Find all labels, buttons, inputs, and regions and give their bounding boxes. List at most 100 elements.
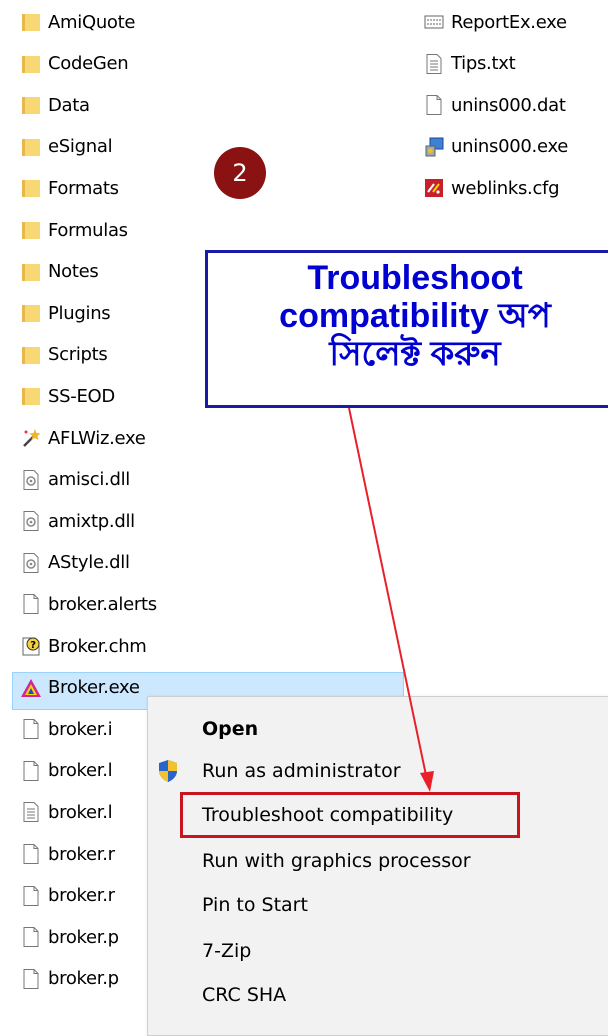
file-item[interactable]: broker.l [20, 754, 113, 788]
blank-file-icon [20, 843, 42, 865]
file-item[interactable]: weblinks.cfg [423, 171, 560, 205]
file-name: broker.alerts [48, 593, 157, 615]
file-name: broker.r [48, 843, 115, 865]
config-file-icon [423, 177, 445, 199]
file-name: Notes [48, 261, 99, 283]
file-item[interactable]: Plugins [20, 296, 111, 330]
file-item[interactable]: Broker.exe [20, 671, 140, 705]
file-item[interactable]: amixtp.dll [20, 504, 135, 538]
file-item[interactable]: broker.r [20, 837, 115, 871]
file-item[interactable]: Notes [20, 255, 99, 289]
callout-line-3: সিলেক্ট করুন [329, 335, 501, 373]
folder-icon [20, 261, 42, 283]
text-file-icon [423, 53, 445, 75]
file-item[interactable]: Formulas [20, 213, 128, 247]
wizard-wand-icon [20, 427, 42, 449]
folder-icon [20, 177, 42, 199]
file-name: Data [48, 94, 90, 116]
instruction-callout: Troubleshoot compatibility অপ সিলেক্ট কর… [205, 250, 608, 408]
menu-item-7-zip-label: 7-Zip [202, 940, 252, 962]
menu-item-crc-sha[interactable]: CRC SHA [148, 975, 608, 1015]
blank-file-icon [20, 760, 42, 782]
file-name: amixtp.dll [48, 510, 135, 532]
folder-icon [20, 136, 42, 158]
file-name: broker.r [48, 885, 115, 907]
file-name: Broker.exe [48, 677, 140, 699]
blank-file-icon [20, 593, 42, 615]
file-item[interactable]: broker.p [20, 920, 119, 954]
file-name: Tips.txt [451, 53, 516, 75]
file-item[interactable]: unins000.dat [423, 88, 566, 122]
folder-icon [20, 53, 42, 75]
menu-item-open[interactable]: Open [148, 709, 608, 749]
blank-file-icon [20, 718, 42, 740]
menu-item-run-with-graphics-processor[interactable]: Run with graphics processor [148, 841, 608, 881]
file-name: AStyle.dll [48, 552, 130, 574]
blank-file-icon [20, 926, 42, 948]
dll-file-icon [20, 469, 42, 491]
file-item[interactable]: broker.l [20, 795, 113, 829]
file-name: broker.l [48, 801, 113, 823]
file-item[interactable]: Data [20, 88, 90, 122]
menu-item-pin-to-start[interactable]: Pin to Start [148, 885, 608, 925]
installer-icon [423, 136, 445, 158]
file-name: AmiQuote [48, 11, 136, 33]
dll-file-icon [20, 552, 42, 574]
file-name: broker.p [48, 926, 119, 948]
help-file-icon: ? [20, 635, 42, 657]
file-name: Formulas [48, 219, 128, 241]
file-item[interactable]: Scripts [20, 338, 108, 372]
dll-file-icon [20, 510, 42, 532]
menu-item-pin-to-start-label: Pin to Start [202, 894, 308, 916]
file-item[interactable]: eSignal [20, 130, 113, 164]
file-item[interactable]: broker.p [20, 962, 119, 996]
menu-item-open-label: Open [202, 718, 259, 740]
file-item[interactable]: ReportEx.exe [423, 5, 567, 39]
callout-line-2: compatibility অপ [279, 297, 551, 335]
menu-item-run-as-administrator[interactable]: Run as administrator [148, 751, 608, 791]
file-name: Broker.chm [48, 635, 147, 657]
file-name: eSignal [48, 136, 113, 158]
uac-shield-icon [156, 759, 180, 783]
highlight-box [180, 792, 520, 838]
file-name: Formats [48, 177, 119, 199]
callout-line-1: Troubleshoot [307, 259, 523, 297]
svg-text:?: ? [30, 640, 36, 651]
file-name: Scripts [48, 344, 108, 366]
file-name: broker.i [48, 718, 113, 740]
file-item[interactable]: broker.alerts [20, 587, 157, 621]
file-item[interactable]: AmiQuote [20, 5, 135, 39]
menu-item-run-gpu-label: Run with graphics processor [202, 850, 471, 872]
file-item[interactable]: CodeGen [20, 47, 129, 81]
text-file-icon [20, 801, 42, 823]
file-name: unins000.exe [451, 136, 569, 158]
file-name: ReportEx.exe [451, 11, 567, 33]
file-name: unins000.dat [451, 94, 566, 116]
file-name: SS-EOD [48, 385, 115, 407]
menu-item-run-as-administrator-label: Run as administrator [202, 760, 401, 782]
file-name: AFLWiz.exe [48, 427, 146, 449]
folder-icon [20, 94, 42, 116]
folder-icon [20, 11, 42, 33]
folder-icon [20, 219, 42, 241]
file-name: weblinks.cfg [451, 177, 560, 199]
amibroker-app-icon [20, 677, 42, 699]
file-item[interactable]: Formats [20, 171, 119, 205]
file-item[interactable]: amisci.dll [20, 463, 130, 497]
file-item[interactable]: ? Broker.chm [20, 629, 147, 663]
file-name: CodeGen [48, 53, 129, 75]
folder-icon [20, 302, 42, 324]
file-item[interactable]: Tips.txt [423, 47, 516, 81]
file-item[interactable]: unins000.exe [423, 130, 568, 164]
blank-file-icon [20, 968, 42, 990]
file-item[interactable]: broker.r [20, 879, 115, 913]
blank-file-icon [423, 94, 445, 116]
step-number-badge: 2 [214, 147, 266, 199]
file-name: amisci.dll [48, 469, 130, 491]
file-item[interactable]: SS-EOD [20, 379, 115, 413]
menu-item-7-zip[interactable]: 7-Zip [148, 931, 608, 971]
file-item[interactable]: broker.i [20, 712, 113, 746]
file-item[interactable]: AFLWiz.exe [20, 421, 146, 455]
context-menu: Open Run as administrator Troubleshoot c… [147, 696, 608, 1036]
file-item[interactable]: AStyle.dll [20, 546, 130, 580]
